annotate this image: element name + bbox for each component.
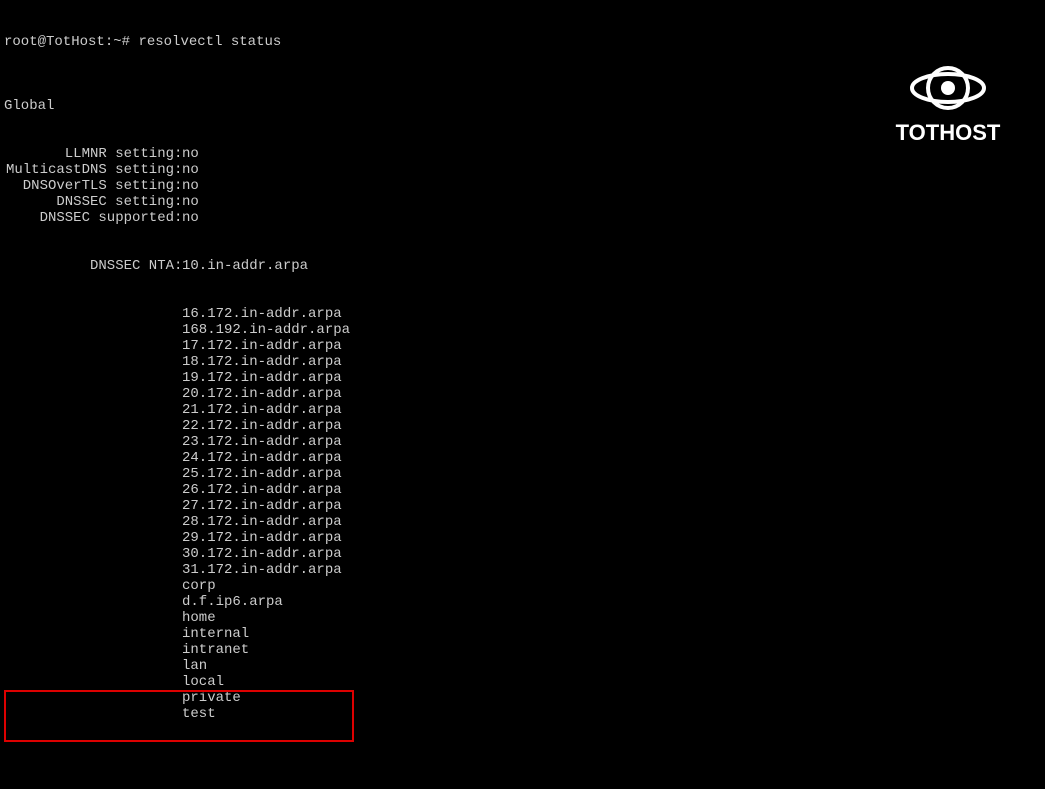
nta-value: 22.172.in-addr.arpa: [4, 418, 1041, 434]
nta-value: 24.172.in-addr.arpa: [4, 450, 1041, 466]
terminal[interactable]: root@TotHost:~# resolvectl status Global…: [0, 0, 1045, 789]
nta-value: lan: [4, 658, 1041, 674]
nta-value: 30.172.in-addr.arpa: [4, 546, 1041, 562]
value-label: no: [182, 146, 199, 162]
nta-value: home: [4, 610, 1041, 626]
prompt-path: :~#: [105, 34, 130, 50]
key-label: DNSSEC NTA: [4, 258, 174, 274]
nta-value: intranet: [4, 642, 1041, 658]
nta-value: d.f.ip6.arpa: [4, 594, 1041, 610]
key-label: DNSSEC supported: [4, 210, 174, 226]
value-label: no: [182, 194, 199, 210]
nta-value: 10.in-addr.arpa: [182, 258, 308, 274]
nta-value: internal: [4, 626, 1041, 642]
setting-row: DNSSEC supported:no: [4, 210, 1041, 226]
nta-value: 19.172.in-addr.arpa: [4, 370, 1041, 386]
value-label: no: [182, 162, 199, 178]
nta-value: 31.172.in-addr.arpa: [4, 562, 1041, 578]
nta-value: test: [4, 706, 1041, 722]
nta-value: local: [4, 674, 1041, 690]
nta-value: corp: [4, 578, 1041, 594]
nta-value: 28.172.in-addr.arpa: [4, 514, 1041, 530]
nta-value: 17.172.in-addr.arpa: [4, 338, 1041, 354]
value-label: no: [182, 178, 199, 194]
nta-value: 29.172.in-addr.arpa: [4, 530, 1041, 546]
dnssec-nta-row: DNSSEC NTA:10.in-addr.arpa: [4, 258, 1041, 274]
nta-value: 26.172.in-addr.arpa: [4, 482, 1041, 498]
key-label: LLMNR setting: [4, 146, 174, 162]
nta-value: 21.172.in-addr.arpa: [4, 402, 1041, 418]
key-label: DNSSEC setting: [4, 194, 174, 210]
tothost-logo: TOTHOST: [873, 20, 1023, 184]
nta-value: 23.172.in-addr.arpa: [4, 434, 1041, 450]
value-label: no: [182, 210, 199, 226]
nta-value: private: [4, 690, 1041, 706]
nta-value: 20.172.in-addr.arpa: [4, 386, 1041, 402]
nta-value: 25.172.in-addr.arpa: [4, 466, 1041, 482]
nta-value: 27.172.in-addr.arpa: [4, 498, 1041, 514]
setting-row: DNSSEC setting:no: [4, 194, 1041, 210]
nta-value: 168.192.in-addr.arpa: [4, 322, 1041, 338]
key-label: MulticastDNS setting: [4, 162, 174, 178]
key-label: DNSOverTLS setting: [4, 178, 174, 194]
prompt-user: root@TotHost: [4, 34, 105, 50]
logo-text: TOTHOST: [896, 120, 1001, 145]
command: resolvectl status: [138, 34, 281, 50]
blank-line: [4, 770, 1041, 786]
nta-value: 18.172.in-addr.arpa: [4, 354, 1041, 370]
nta-value: 16.172.in-addr.arpa: [4, 306, 1041, 322]
